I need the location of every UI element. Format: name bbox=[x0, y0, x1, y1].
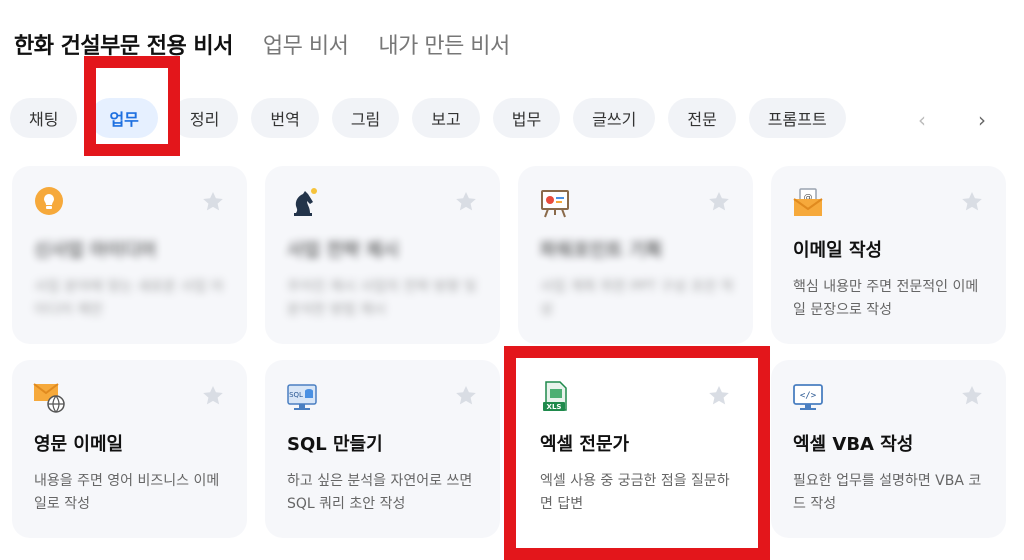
assistant-card[interactable]: 파워포인트 기획 사업 계획 위한 PPT 구성 초안 작성 bbox=[518, 166, 753, 344]
sql-icon: SQL bbox=[287, 384, 317, 410]
svg-text:</>: </> bbox=[800, 391, 817, 401]
star-icon[interactable] bbox=[454, 384, 478, 408]
excel-icon: XLS bbox=[543, 381, 567, 411]
card-description: 필요한 업무를 설명하면 VBA 코드 작성 bbox=[793, 473, 982, 512]
card-description: 사업 계획 위한 PPT 구성 초안 작성 bbox=[540, 279, 734, 318]
tab-my-assistant[interactable]: 내가 만든 비서 bbox=[378, 28, 510, 60]
lightbulb-icon bbox=[35, 187, 63, 215]
assistant-card[interactable]: 사업 전략 제시 주어진 제시 사업의 전략 방향 및 분석한 방법 제시 bbox=[265, 166, 500, 344]
chip-prompt[interactable]: 프롬프트 bbox=[748, 98, 846, 138]
star-icon[interactable] bbox=[707, 384, 731, 408]
card-title: SQL 만들기 bbox=[287, 434, 383, 455]
card-description: 내용을 주면 영어 비즈니스 이메일로 작성 bbox=[34, 473, 220, 512]
header-tabs: 한화 건설부문 전용 비서 업무 비서 내가 만든 비서 bbox=[14, 28, 510, 60]
card-description: 핵심 내용만 주면 전문적인 이메일 문장으로 작성 bbox=[793, 279, 979, 318]
card-title: 엑셀 VBA 작성 bbox=[793, 434, 914, 455]
card-title: 사업 전략 제시 bbox=[287, 240, 399, 261]
star-icon[interactable] bbox=[201, 384, 225, 408]
chip-chat[interactable]: 채팅 bbox=[10, 98, 78, 138]
svg-text:XLS: XLS bbox=[547, 403, 562, 411]
card-title: 영문 이메일 bbox=[34, 434, 124, 455]
presentation-icon bbox=[541, 190, 569, 218]
star-icon[interactable] bbox=[707, 190, 731, 214]
chip-organize[interactable]: 정리 bbox=[170, 98, 239, 138]
chip-report[interactable]: 보고 bbox=[412, 98, 480, 138]
chip-translate[interactable]: 번역 bbox=[251, 98, 319, 138]
assistant-card-excel-vba[interactable]: </> 엑셀 VBA 작성 필요한 업무를 설명하면 VBA 코드 작성 bbox=[771, 360, 1006, 538]
code-monitor-icon: </> bbox=[793, 384, 823, 410]
star-icon[interactable] bbox=[201, 190, 225, 214]
chevron-right-icon[interactable]: › bbox=[978, 108, 986, 132]
star-icon[interactable] bbox=[454, 190, 478, 214]
assistant-card-excel-expert[interactable]: XLS 엑셀 전문가 엑셀 사용 중 궁금한 점을 질문하면 답변 bbox=[518, 360, 753, 538]
chess-knight-icon bbox=[294, 188, 317, 216]
chip-image[interactable]: 그림 bbox=[331, 98, 400, 138]
category-chips: 채팅 업무 정리 번역 그림 보고 법무 글쓰기 전문 프롬프트 bbox=[10, 98, 846, 138]
email-icon: @ bbox=[793, 188, 823, 216]
chevron-left-icon[interactable]: ‹ bbox=[918, 108, 926, 132]
chip-legal[interactable]: 법무 bbox=[492, 98, 561, 138]
tab-hanwha-assistant[interactable]: 한화 건설부문 전용 비서 bbox=[14, 28, 233, 60]
chip-writing[interactable]: 글쓰기 bbox=[573, 98, 656, 138]
star-icon[interactable] bbox=[960, 190, 984, 214]
chip-expert[interactable]: 전문 bbox=[668, 98, 736, 138]
card-description: 사업 분야에 맞는 새로운 사업 아이디어 제안 bbox=[34, 279, 224, 318]
card-title: 파워포인트 기획 bbox=[540, 240, 663, 261]
card-title: 이메일 작성 bbox=[793, 240, 883, 261]
card-description: 엑셀 사용 중 궁금한 점을 질문하면 답변 bbox=[540, 473, 730, 512]
assistant-card-email[interactable]: @ 이메일 작성 핵심 내용만 주면 전문적인 이메일 문장으로 작성 bbox=[771, 166, 1006, 344]
svg-text:SQL: SQL bbox=[289, 391, 303, 399]
card-title: 신사업 아이디어 bbox=[34, 240, 157, 261]
assistant-card-sql[interactable]: SQL SQL 만들기 하고 싶은 분석을 자연어로 쓰면 SQL 쿼리 초안 … bbox=[265, 360, 500, 538]
assistant-card[interactable]: 신사업 아이디어 사업 분야에 맞는 새로운 사업 아이디어 제안 bbox=[12, 166, 247, 344]
chip-work[interactable]: 업무 bbox=[90, 98, 158, 138]
tab-work-assistant[interactable]: 업무 비서 bbox=[263, 28, 349, 60]
card-title: 엑셀 전문가 bbox=[540, 434, 630, 455]
assistant-card-english-email[interactable]: 영문 이메일 내용을 주면 영어 비즈니스 이메일로 작성 bbox=[12, 360, 247, 538]
star-icon[interactable] bbox=[960, 384, 984, 408]
globe-mail-icon bbox=[33, 383, 65, 413]
assistant-card-grid: 신사업 아이디어 사업 분야에 맞는 새로운 사업 아이디어 제안 사업 전략 … bbox=[12, 166, 1006, 538]
card-description: 주어진 제시 사업의 전략 방향 및 분석한 방법 제시 bbox=[287, 279, 477, 318]
card-description: 하고 싶은 분석을 자연어로 쓰면 SQL 쿼리 초안 작성 bbox=[287, 473, 473, 512]
